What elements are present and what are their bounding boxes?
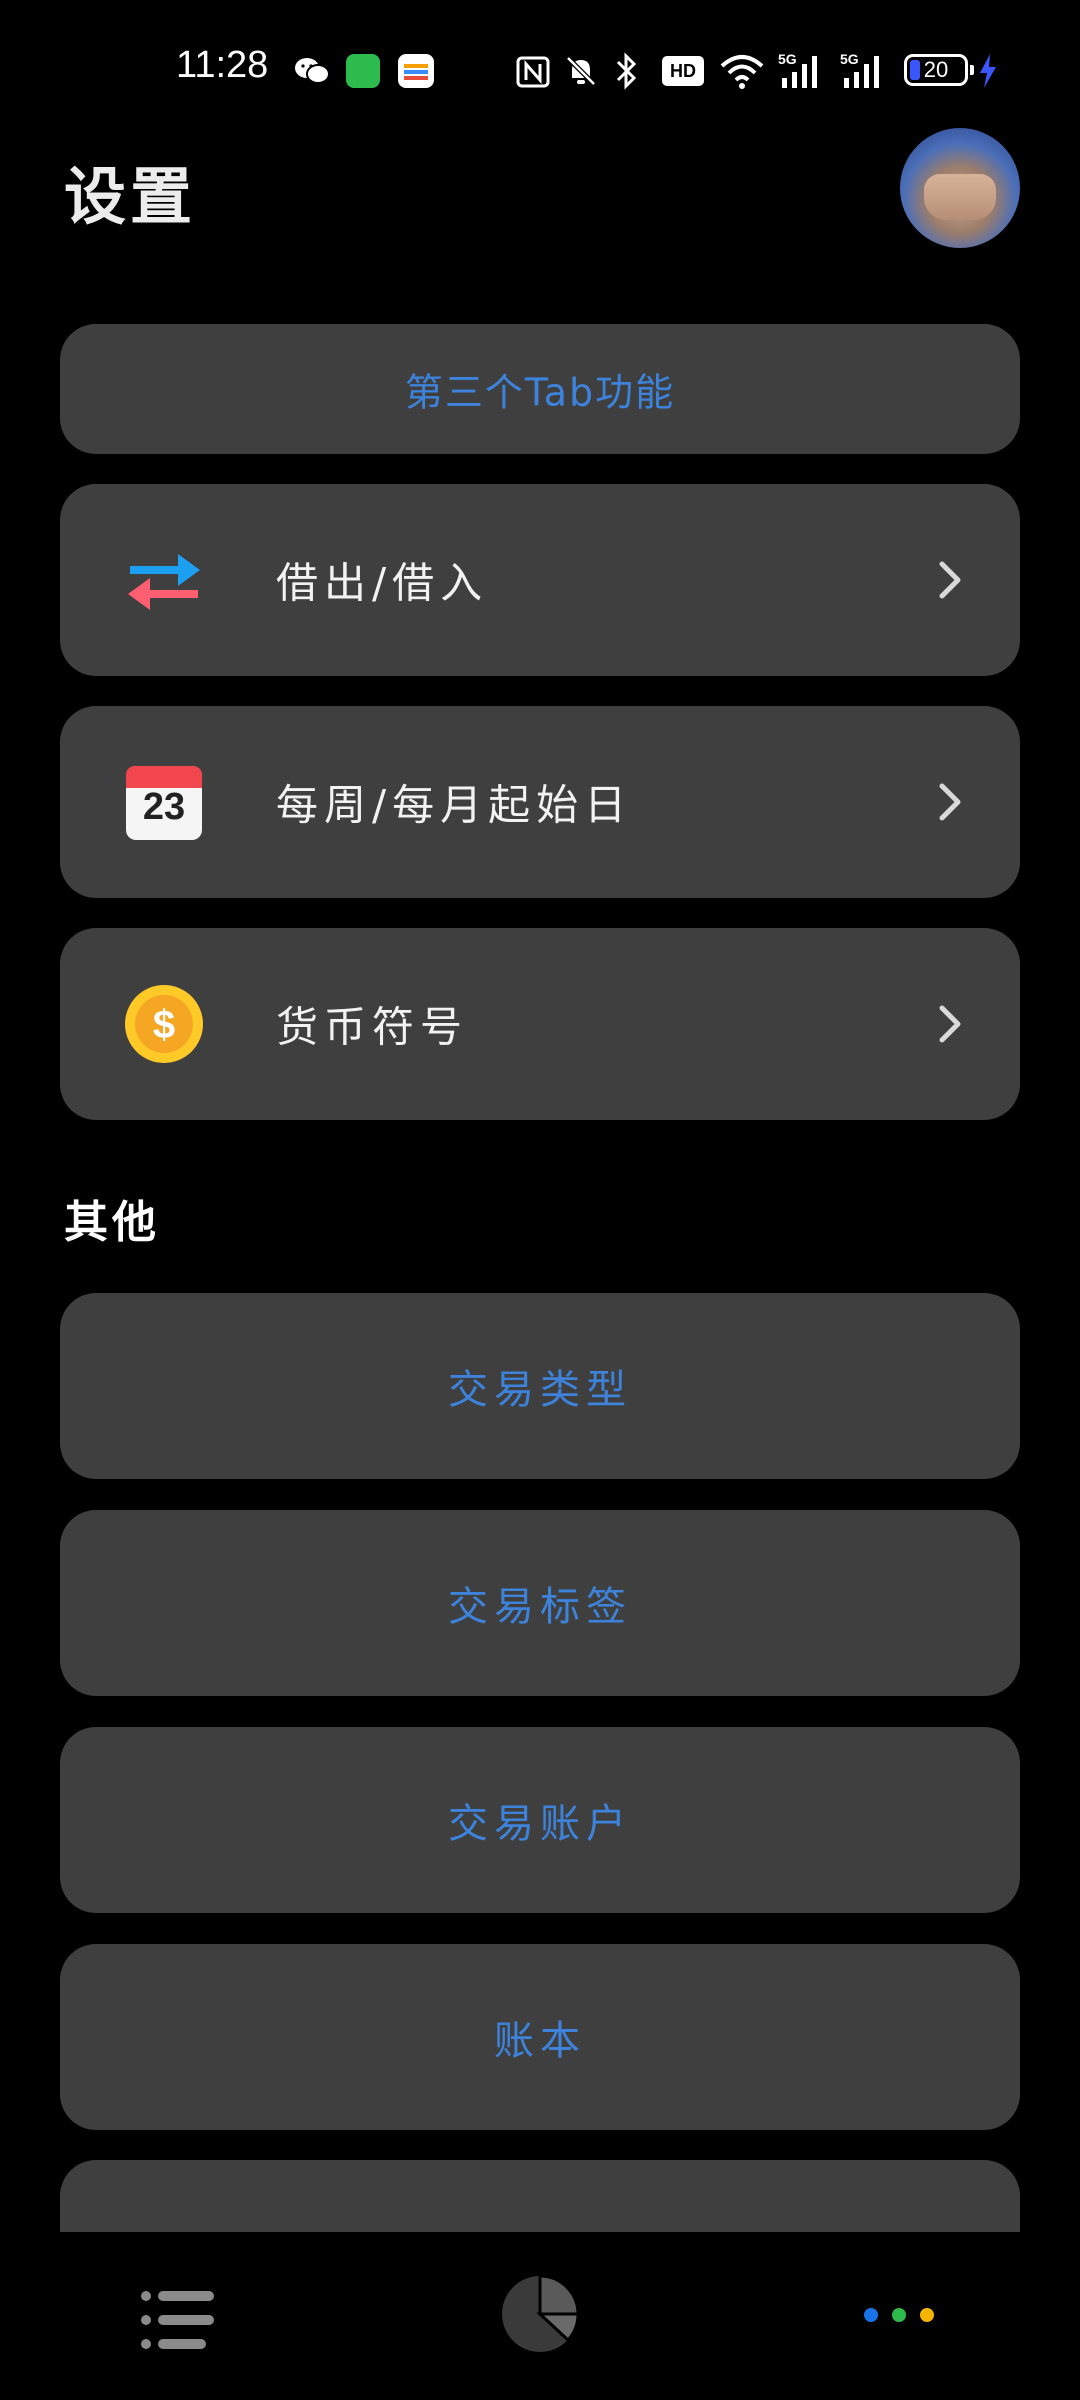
avatar[interactable] bbox=[900, 128, 1020, 248]
transaction-tag-button[interactable]: 交易标签 bbox=[60, 1510, 1020, 1696]
ledger-button[interactable]: 账本 bbox=[60, 1944, 1020, 2130]
wechat-icon bbox=[295, 58, 330, 84]
signal-5g-icon: 5G bbox=[840, 51, 879, 88]
currency-symbol-item[interactable]: $ 货币符号 bbox=[60, 928, 1020, 1120]
partial-card[interactable] bbox=[60, 2160, 1020, 2232]
svg-text:5G: 5G bbox=[840, 51, 859, 67]
more-dot-blue bbox=[864, 2308, 878, 2322]
dollar-coin-icon: $ bbox=[125, 985, 203, 1063]
tab3-function-button[interactable]: 第三个Tab功能 bbox=[60, 324, 1020, 454]
transaction-account-button[interactable]: 交易账户 bbox=[60, 1727, 1020, 1913]
signal-5g-icon: 5G bbox=[778, 51, 817, 88]
transaction-tag-label: 交易标签 bbox=[448, 1584, 632, 1630]
transaction-account-label: 交易账户 bbox=[448, 1801, 632, 1847]
status-bar: 11:28 HD 5G 5G 20 bbox=[0, 0, 1080, 140]
pie-chart-icon[interactable] bbox=[498, 2272, 582, 2356]
lend-borrow-label: 借出/借入 bbox=[276, 558, 489, 608]
start-day-item[interactable]: 23 每周/每月起始日 bbox=[60, 706, 1020, 898]
charging-icon bbox=[980, 54, 996, 88]
calendar-day-number: 23 bbox=[142, 786, 186, 828]
page-title: 设置 bbox=[64, 160, 197, 233]
tab3-function-label: 第三个Tab功能 bbox=[404, 370, 676, 415]
other-section-title: 其他 bbox=[64, 1197, 160, 1248]
transaction-type-button[interactable]: 交易类型 bbox=[60, 1293, 1020, 1479]
transfer-arrows-icon bbox=[128, 554, 200, 610]
status-time: 11:28 bbox=[176, 44, 269, 86]
more-dot-green bbox=[892, 2308, 906, 2322]
hd-icon: HD bbox=[662, 56, 704, 86]
app-icon bbox=[346, 54, 380, 88]
nfc-icon bbox=[516, 56, 550, 88]
wallet-icon bbox=[398, 54, 434, 88]
start-day-label: 每周/每月起始日 bbox=[276, 780, 633, 830]
battery-icon: 20 bbox=[904, 54, 974, 86]
list-icon[interactable] bbox=[140, 2288, 216, 2352]
more-dots-icon[interactable] bbox=[864, 2308, 938, 2324]
chevron-right-icon bbox=[939, 1005, 961, 1043]
chevron-right-icon bbox=[939, 561, 961, 599]
bottom-nav bbox=[0, 2232, 1080, 2400]
more-dot-yellow bbox=[920, 2308, 934, 2322]
wifi-icon bbox=[720, 55, 764, 89]
chevron-right-icon bbox=[939, 783, 961, 821]
battery-level: 20 bbox=[923, 57, 949, 82]
mute-icon bbox=[566, 56, 596, 86]
ledger-label: 账本 bbox=[494, 2018, 586, 2064]
svg-text:$: $ bbox=[153, 1003, 175, 1047]
currency-symbol-label: 货币符号 bbox=[276, 1002, 469, 1052]
avatar-photo bbox=[924, 174, 996, 220]
svg-text:5G: 5G bbox=[778, 51, 797, 67]
transaction-type-label: 交易类型 bbox=[448, 1367, 632, 1413]
bluetooth-icon bbox=[616, 52, 637, 90]
lend-borrow-item[interactable]: 借出/借入 bbox=[60, 484, 1020, 676]
